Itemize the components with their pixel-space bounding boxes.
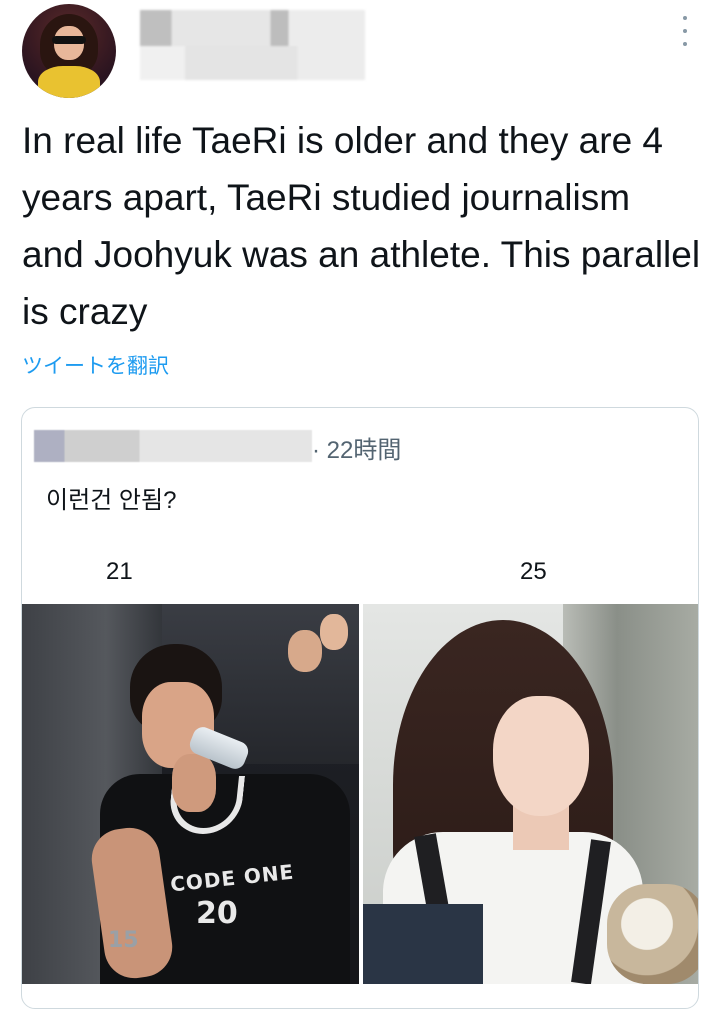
photo-hand — [172, 754, 216, 812]
left-age-label: 21 — [106, 558, 133, 585]
author-name-redacted[interactable] — [140, 10, 365, 80]
quoted-tweet-card[interactable]: · 22時間 이런건 안됨? 21 25 CODE ONE 20 15 — [21, 407, 699, 1009]
photo-crowd-face — [320, 614, 348, 650]
right-age-label: 25 — [520, 558, 547, 585]
dot — [683, 42, 687, 46]
photo-crowd-face — [288, 630, 322, 672]
jersey-number-side: 15 — [108, 928, 139, 953]
photo-shoulder — [363, 904, 483, 984]
more-options-icon[interactable] — [676, 16, 694, 46]
dot — [683, 29, 687, 33]
dot — [683, 16, 687, 20]
avatar-shirt — [38, 66, 100, 98]
translate-tweet-link[interactable]: ツイートを翻訳 — [22, 350, 169, 380]
quoted-author-redacted[interactable] — [34, 430, 312, 462]
jersey-number: 20 — [196, 896, 238, 931]
profile-avatar[interactable] — [22, 4, 116, 98]
photo-face — [493, 696, 589, 816]
avatar-sunglasses — [52, 36, 86, 44]
photo-flowers — [607, 884, 698, 984]
photo-athlete[interactable]: CODE ONE 20 15 — [22, 604, 359, 984]
photo-woman[interactable] — [363, 604, 698, 984]
quoted-tweet-time[interactable]: · 22時間 — [312, 430, 401, 465]
tweet-text: In real life TaeRi is older and they are… — [22, 120, 701, 332]
quoted-tweet-text: 이런건 안됨? — [46, 487, 177, 514]
